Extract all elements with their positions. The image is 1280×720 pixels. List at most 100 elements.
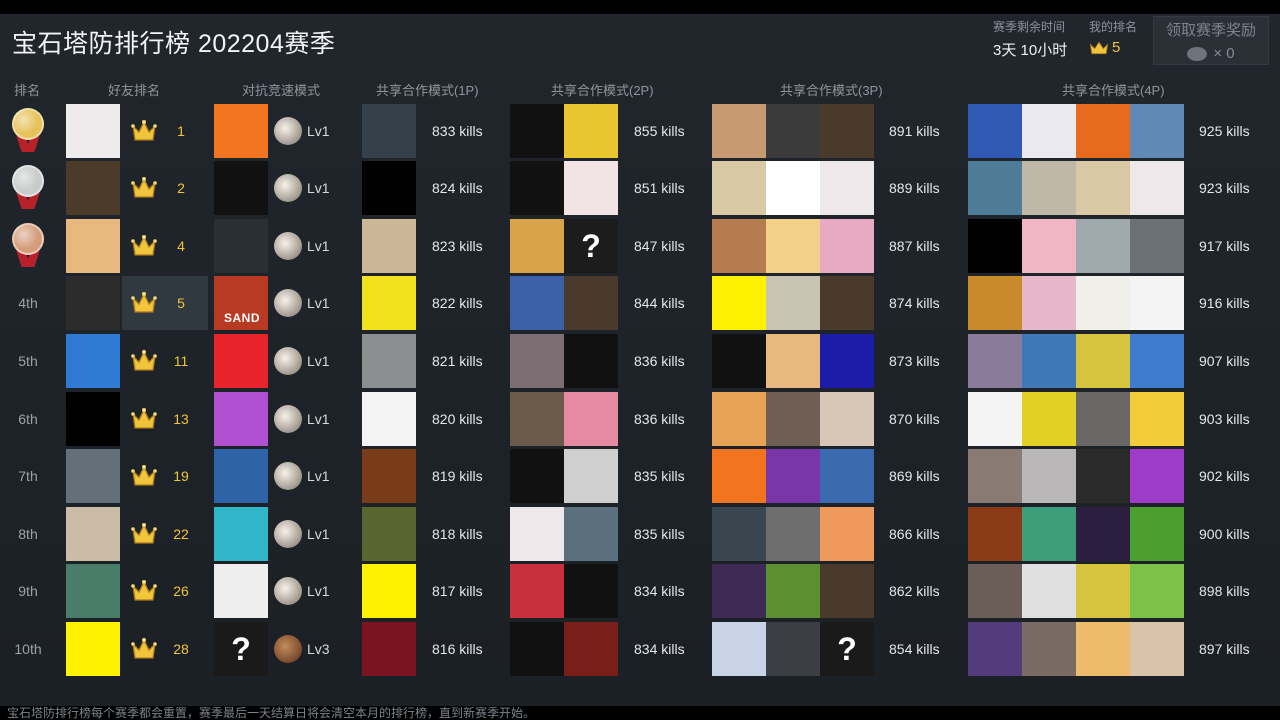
coop4-kills: 898 kills <box>1199 583 1250 599</box>
coop4-avatar <box>1022 392 1076 446</box>
level-badge-icon <box>274 577 302 605</box>
coop1-kills: 833 kills <box>432 123 483 139</box>
level-badge-icon <box>274 174 302 202</box>
coop1-avatar <box>362 449 416 503</box>
coop1-avatar <box>362 507 416 561</box>
coop3-avatar <box>820 507 874 561</box>
crown-icon <box>130 462 158 490</box>
header-friends: 好友排名 <box>108 83 161 98</box>
coop4-avatar <box>1130 564 1184 618</box>
coop3-avatar <box>820 392 874 446</box>
crown-icon <box>1089 41 1109 54</box>
coop3-avatar <box>712 507 766 561</box>
coop4-avatar <box>1130 276 1184 330</box>
table-row: 6th 13 Lv1 820 kills 836 kills 870 kills 903 k… <box>0 392 1280 446</box>
friend-avatar <box>66 161 120 215</box>
level-badge-icon <box>274 347 302 375</box>
level-badge-icon <box>274 232 302 260</box>
table-row: 4th 5 SAND Lv1 822 kills 844 kills 874 kills 91… <box>0 276 1280 330</box>
rank-cell <box>6 161 50 215</box>
coop3-kills: 887 kills <box>889 238 940 254</box>
coop2-avatar <box>564 622 618 676</box>
coop2-avatar <box>564 161 618 215</box>
rank-label: 9th <box>18 583 38 599</box>
versus-avatar <box>214 507 268 561</box>
versus-avatar: SAND <box>214 276 268 330</box>
coop2-kills: 834 kills <box>634 641 685 657</box>
versus-level: Lv1 <box>307 238 330 254</box>
coop3-avatar <box>820 449 874 503</box>
coop4-avatar <box>1130 449 1184 503</box>
table-row: 1 Lv1 833 kills 855 kills 891 kills 925 kills <box>0 104 1280 158</box>
coop2-avatar <box>510 507 564 561</box>
coop2-avatar <box>564 104 618 158</box>
coop3-avatar <box>766 219 820 273</box>
coop3-avatar <box>712 219 766 273</box>
coop1-avatar <box>362 392 416 446</box>
coop1-kills: 821 kills <box>432 353 483 369</box>
coop2-kills: 851 kills <box>634 180 685 196</box>
coop3-avatar <box>820 104 874 158</box>
friend-rank-value: 19 <box>173 468 189 484</box>
coop2-kills: 855 kills <box>634 123 685 139</box>
versus-level: Lv1 <box>307 180 330 196</box>
rank-cell <box>6 219 50 273</box>
claim-season-reward-button[interactable]: 领取赛季奖励 × 0 <box>1153 16 1269 65</box>
crown-icon <box>130 232 158 260</box>
coop2-kills: 847 kills <box>634 238 685 254</box>
coop2-avatar <box>564 564 618 618</box>
header-coop3: 共享合作模式(3P) <box>780 83 883 98</box>
rank-cell: 4th <box>6 276 50 330</box>
rank-label: 10th <box>14 641 42 657</box>
coop3-avatar <box>712 104 766 158</box>
coop4-avatar <box>1022 334 1076 388</box>
bronze-medal-icon <box>11 223 45 269</box>
coop1-kills: 822 kills <box>432 295 483 311</box>
coop2-avatar <box>510 276 564 330</box>
coop4-avatar <box>1076 564 1130 618</box>
crown-icon <box>130 174 158 202</box>
coop3-avatar <box>766 507 820 561</box>
my-rank: 我的排名 5 <box>1089 18 1137 56</box>
coop4-kills: 900 kills <box>1199 526 1250 542</box>
coop4-avatar <box>1022 161 1076 215</box>
rank-cell: 7th <box>6 449 50 503</box>
coin-icon <box>1187 46 1208 61</box>
coop4-avatar <box>968 276 1022 330</box>
header-coop2: 共享合作模式(2P) <box>551 83 654 98</box>
coop1-avatar <box>362 622 416 676</box>
coop4-avatar <box>968 449 1022 503</box>
coop1-kills: 824 kills <box>432 180 483 196</box>
friend-rank-value: 26 <box>173 583 189 599</box>
claim-reward-label: 领取赛季奖励 <box>1165 22 1256 39</box>
friend-rank-value: 11 <box>173 353 189 369</box>
coop2-kills: 836 kills <box>634 411 685 427</box>
reward-count: × 0 <box>1213 45 1235 62</box>
coop4-avatar <box>1022 622 1076 676</box>
versus-avatar <box>214 161 268 215</box>
coop4-kills: 923 kills <box>1199 180 1250 196</box>
friend-rank-value: 2 <box>177 180 185 196</box>
versus-level: Lv1 <box>307 353 330 369</box>
season-remaining: 赛季剩余时间 3天 10小时 <box>993 18 1067 60</box>
coop2-avatar: ? <box>564 219 618 273</box>
coop3-kills: 874 kills <box>889 295 940 311</box>
crown-icon <box>130 347 158 375</box>
friend-avatar <box>66 276 120 330</box>
coop4-avatar <box>968 161 1022 215</box>
versus-avatar <box>214 392 268 446</box>
friend-avatar <box>66 104 120 158</box>
coop3-avatar <box>820 334 874 388</box>
coop4-avatar <box>968 564 1022 618</box>
table-row: 7th 19 Lv1 819 kills 835 kills 869 kills 902 k… <box>0 449 1280 503</box>
level-badge-icon <box>274 635 302 663</box>
coop2-kills: 834 kills <box>634 583 685 599</box>
coop4-avatar <box>1076 392 1130 446</box>
gold-medal-icon <box>11 108 45 154</box>
crown-icon <box>130 520 158 548</box>
coop3-avatar <box>820 564 874 618</box>
coop2-avatar <box>510 564 564 618</box>
coop4-avatar <box>1130 507 1184 561</box>
crown-icon <box>130 117 158 145</box>
coop2-kills: 836 kills <box>634 353 685 369</box>
